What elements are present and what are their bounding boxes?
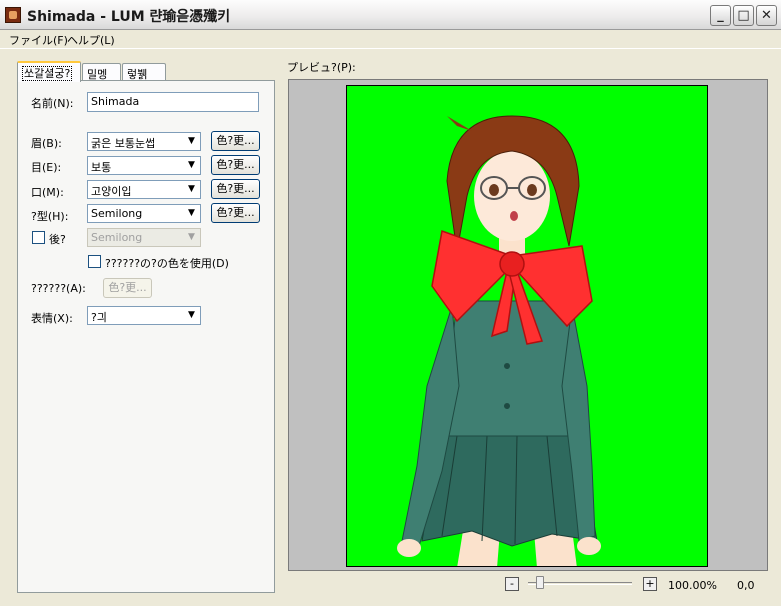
minimize-button[interactable]: _ [710,5,731,26]
chevron-down-icon[interactable]: ▼ [183,307,200,324]
expression-value: ?긔 [91,311,107,324]
mouth-color-button[interactable]: 色?更... [211,179,260,199]
preview-label: プレビュ?(P): [287,61,356,74]
hair-color-button[interactable]: 色?更... [211,203,260,223]
tab-second[interactable]: 밀멩 [82,63,121,81]
chevron-down-icon[interactable]: ▼ [183,157,200,174]
use-color-label: ??????の?の色を使用(D) [105,257,229,270]
eye-value: 보통 [91,161,112,174]
hair-label: ?型(H): [31,210,69,223]
mouth-label: 口(M): [31,186,64,199]
expression-label: 表情(X): [31,312,73,325]
maximize-button[interactable]: □ [733,5,754,26]
brow-value: 굵은 보통눈썹 [91,137,156,150]
chevron-down-icon[interactable]: ▼ [183,205,200,222]
eye-select[interactable]: 보통 ▼ [87,156,201,175]
menu-file[interactable]: ファイル(F) [9,32,68,48]
menu-bar: ファイル(F) ヘルプ(L) [0,30,781,49]
title-bar[interactable]: Shimada - LUM 랸瑜읃憑殲키 _ □ ✕ [0,0,781,30]
chevron-down-icon: ▼ [183,229,200,246]
chevron-down-icon[interactable]: ▼ [183,133,200,150]
hair-select[interactable]: Semilong ▼ [87,204,201,223]
back-hair-select[interactable]: Semilong ▼ [87,228,201,247]
hair-value: Semilong [91,207,143,220]
window-title: Shimada - LUM 랸瑜읃憑殲키 [27,9,231,25]
name-label: 名前(N): [31,97,74,110]
special-color-button[interactable]: 色?更... [103,278,152,298]
character-illustration [397,115,601,566]
zoom-in-button[interactable]: + [643,577,657,591]
coordinates: 0,0 [737,579,755,592]
back-hair-label: 後? [49,233,66,246]
character-preview[interactable] [346,85,708,567]
menu-help[interactable]: ヘルプ(L) [67,32,115,48]
mouth-select[interactable]: 고양이입 ▼ [87,180,201,199]
eye-color-button[interactable]: 色?更... [211,155,260,175]
close-button[interactable]: ✕ [756,5,777,26]
brow-label: 眉(B): [31,137,62,150]
special-label: ??????(A): [31,282,86,295]
expression-select[interactable]: ?긔 ▼ [87,306,201,325]
zoom-out-button[interactable]: - [505,577,519,591]
tab-parts[interactable]: 쏘갈셜궁? [17,61,81,82]
zoom-slider-thumb[interactable] [536,576,544,589]
name-input[interactable]: Shimada [87,92,259,112]
eye-label: 目(E): [31,161,62,174]
back-hair-value: Semilong [91,231,143,244]
tab-third[interactable]: 렇뷁 [122,63,166,81]
back-hair-checkbox[interactable] [32,231,45,244]
brow-select[interactable]: 굵은 보통눈썹 ▼ [87,132,201,151]
zoom-level: 100.00% [668,579,717,592]
chevron-down-icon[interactable]: ▼ [183,181,200,198]
app-icon[interactable] [5,7,21,23]
brow-color-button[interactable]: 色?更... [211,131,260,151]
use-color-checkbox[interactable] [88,255,101,268]
mouth-value: 고양이입 [91,185,132,198]
